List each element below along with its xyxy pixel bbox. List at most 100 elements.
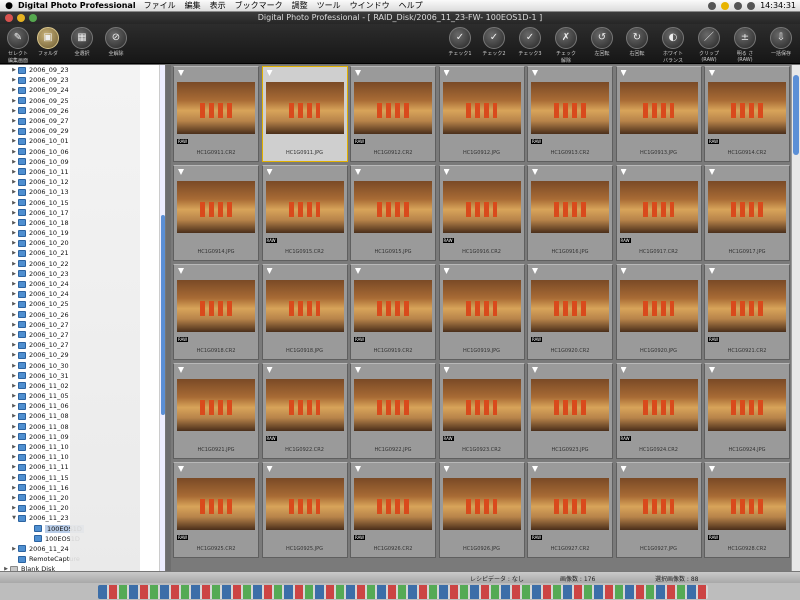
menu-adjust[interactable]: 調整 <box>292 0 308 11</box>
grid-scrollbar[interactable] <box>791 65 800 571</box>
disclosure-icon[interactable]: ▶ <box>10 138 18 144</box>
thumbnail[interactable]: RAW HC1G0915.CR2 <box>261 165 348 261</box>
thumbnail[interactable]: RAW HC1G0919.CR2 <box>350 264 436 360</box>
disclosure-icon[interactable]: ▶ <box>10 98 18 104</box>
disclosure-icon[interactable]: ▶ <box>10 342 18 348</box>
tree-scrollbar[interactable] <box>159 65 165 571</box>
status-icon[interactable] <box>721 1 730 10</box>
batch-save-button[interactable]: ⇩ 一括保存 <box>765 27 797 57</box>
thumbnail[interactable]: HC1G0920.JPG <box>615 264 702 360</box>
thumbnail[interactable]: RAW HC1G0927.CR2 <box>527 462 613 558</box>
menu-tools[interactable]: ツール <box>317 0 341 11</box>
thumbnail[interactable]: HC1G0927.JPG <box>615 462 702 558</box>
thumbnail[interactable]: RAW HC1G0911.CR2 <box>173 66 259 162</box>
disclosure-icon[interactable]: ▶ <box>10 230 18 236</box>
deselect-all-button[interactable]: ⊘ 全解除 <box>100 27 132 57</box>
clock[interactable]: 14:34:31 <box>760 1 796 10</box>
disclosure-icon[interactable]: ▶ <box>10 444 18 450</box>
edit-window-button[interactable]: ✎ セレクト 編集画面 <box>2 27 34 64</box>
disclosure-icon[interactable]: ▶ <box>10 403 18 409</box>
clip-button[interactable]: ／ クリップ (RAW) <box>693 27 725 63</box>
thumbnail[interactable]: HC1G0921.JPG <box>173 363 259 459</box>
thumbnail[interactable]: HC1G0918.JPG <box>261 264 348 360</box>
thumbnail[interactable]: HC1G0922.JPG <box>350 363 436 459</box>
thumbnail[interactable]: HC1G0916.JPG <box>527 165 613 261</box>
disclosure-icon[interactable]: ▶ <box>10 352 18 358</box>
dock-icons[interactable] <box>98 585 708 599</box>
check1-button[interactable]: ✓ チェック1 <box>444 27 476 57</box>
disclosure-icon[interactable]: ▶ <box>10 87 18 93</box>
disclosure-icon[interactable]: ▶ <box>10 118 18 124</box>
rotate-left-button[interactable]: ↺ 左回転 <box>586 27 618 57</box>
thumbnail[interactable]: HC1G0911.JPG <box>261 66 348 162</box>
thumbnail-grid[interactable]: RAW HC1G0911.CR2 HC1G0911.JPG RAW HC1G0912.C… <box>171 65 791 571</box>
disclosure-icon[interactable]: ▶ <box>10 169 18 175</box>
disclosure-icon[interactable]: ▶ <box>10 67 18 73</box>
disclosure-icon[interactable]: ▶ <box>10 189 18 195</box>
disclosure-icon[interactable]: ▶ <box>10 108 18 114</box>
disclosure-icon[interactable]: ▶ <box>10 322 18 328</box>
disclosure-icon[interactable]: ▶ <box>10 128 18 134</box>
disclosure-icon[interactable]: ▶ <box>10 210 18 216</box>
thumbnail[interactable]: RAW HC1G0922.CR2 <box>261 363 348 459</box>
tree-scrollbar-thumb[interactable] <box>161 215 165 415</box>
disclosure-icon[interactable]: ▶ <box>10 505 18 511</box>
thumbnail[interactable]: HC1G0924.JPG <box>704 363 790 459</box>
disclosure-icon[interactable]: ▶ <box>10 77 18 83</box>
menu-edit[interactable]: 編集 <box>185 0 201 11</box>
menu-file[interactable]: ファイル <box>144 0 176 11</box>
disclosure-icon[interactable]: ▶ <box>10 383 18 389</box>
disclosure-icon[interactable]: ▶ <box>10 475 18 481</box>
thumbnail[interactable]: RAW HC1G0928.CR2 <box>704 462 790 558</box>
disclosure-icon[interactable]: ▶ <box>10 312 18 318</box>
disclosure-icon[interactable]: ▶ <box>10 434 18 440</box>
disclosure-icon[interactable]: ▶ <box>10 261 18 267</box>
thumbnail[interactable]: HC1G0912.JPG <box>438 66 525 162</box>
menu-bookmark[interactable]: ブックマーク <box>235 0 283 11</box>
thumbnail[interactable]: RAW HC1G0924.CR2 <box>615 363 702 459</box>
apple-menu-icon[interactable]: ● <box>0 1 18 11</box>
disclosure-icon[interactable]: ▶ <box>10 464 18 470</box>
thumbnail[interactable]: HC1G0915.JPG <box>350 165 436 261</box>
status-icon[interactable] <box>708 1 717 10</box>
thumbnail[interactable]: RAW HC1G0912.CR2 <box>350 66 436 162</box>
disclosure-icon[interactable]: ▶ <box>10 413 18 419</box>
disclosure-icon[interactable]: ▶ <box>10 291 18 297</box>
disclosure-icon[interactable]: ▶ <box>10 546 18 552</box>
volume-icon[interactable] <box>747 1 756 10</box>
disclosure-icon[interactable]: ▶ <box>10 200 18 206</box>
close-window-icon[interactable] <box>5 14 13 22</box>
thumbnail[interactable]: RAW HC1G0917.CR2 <box>615 165 702 261</box>
folder-tree[interactable]: ▶ 2006_09_23 ▶ 2006_09_23 ▶ 2006_09_24 ▶ 2006_0… <box>0 65 166 571</box>
disclosure-icon[interactable]: ▶ <box>10 485 18 491</box>
disclosure-icon[interactable]: ▶ <box>10 179 18 185</box>
disclosure-icon[interactable]: ▶ <box>10 495 18 501</box>
check2-button[interactable]: ✓ チェック2 <box>478 27 510 57</box>
thumbnail[interactable]: RAW HC1G0916.CR2 <box>438 165 525 261</box>
check3-button[interactable]: ✓ チェック3 <box>514 27 546 57</box>
disclosure-icon[interactable]: ▶ <box>10 271 18 277</box>
app-menu[interactable]: Digital Photo Professional <box>18 1 136 10</box>
brightness-button[interactable]: ± 明る さ (RAW) <box>729 27 761 63</box>
thumbnail[interactable]: RAW HC1G0923.CR2 <box>438 363 525 459</box>
disclosure-icon[interactable]: ▶ <box>10 332 18 338</box>
disclosure-icon[interactable]: ▶ <box>10 373 18 379</box>
disclosure-icon[interactable]: ▶ <box>10 250 18 256</box>
menu-window[interactable]: ウインドウ <box>350 0 390 11</box>
thumbnail[interactable]: RAW HC1G0926.CR2 <box>350 462 436 558</box>
thumbnail[interactable]: RAW HC1G0920.CR2 <box>527 264 613 360</box>
menu-help[interactable]: ヘルプ <box>399 0 423 11</box>
disclosure-icon[interactable]: ▶ <box>10 240 18 246</box>
thumbnail[interactable]: HC1G0917.JPG <box>704 165 790 261</box>
rotate-right-button[interactable]: ↻ 右回転 <box>621 27 653 57</box>
uncheck-button[interactable]: ✗ チェック 解除 <box>550 27 582 64</box>
zoom-window-icon[interactable] <box>29 14 37 22</box>
white-balance-button[interactable]: ◐ ホワイト バランス <box>657 27 689 64</box>
thumbnail[interactable]: HC1G0914.JPG <box>173 165 259 261</box>
thumbnail[interactable]: RAW HC1G0914.CR2 <box>704 66 790 162</box>
thumbnail[interactable]: RAW HC1G0921.CR2 <box>704 264 790 360</box>
thumbnail[interactable]: RAW HC1G0913.CR2 <box>527 66 613 162</box>
minimize-window-icon[interactable] <box>17 14 25 22</box>
disclosure-icon[interactable]: ▶ <box>10 424 18 430</box>
disclosure-icon[interactable]: ▶ <box>10 220 18 226</box>
